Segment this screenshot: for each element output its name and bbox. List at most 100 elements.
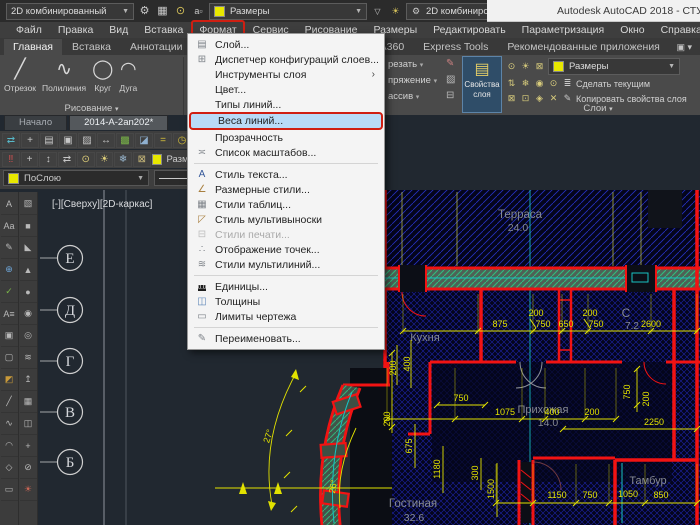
- panel-overflow-icon[interactable]: ▣ ▾: [672, 40, 696, 55]
- torus-icon[interactable]: ◎: [20, 325, 37, 347]
- format-menu-item-13[interactable]: ∴Отображение точек...: [188, 242, 384, 257]
- format-menu-item-0[interactable]: ▤Слой...: [188, 37, 384, 52]
- menu-item-10[interactable]: Окно: [612, 23, 652, 37]
- draw-tool-0[interactable]: ╱Отрезок: [4, 57, 36, 93]
- sun-icon[interactable]: ☀: [520, 61, 531, 72]
- menu-item-3[interactable]: Вставка: [136, 23, 191, 37]
- format-menu-item-6[interactable]: Прозрачность: [188, 130, 384, 145]
- layout-icon[interactable]: ▤: [40, 133, 58, 148]
- format-menu-item-11[interactable]: ◸Стиль мультивыноски: [188, 212, 384, 227]
- qat-layer-combo[interactable]: Размеры ▼: [209, 3, 367, 20]
- palette-icon[interactable]: ◩: [1, 369, 18, 391]
- sun-icon[interactable]: ☀: [96, 152, 114, 167]
- polyline-icon[interactable]: ∿: [1, 413, 18, 435]
- format-menu-item-15[interactable]: 0.0Единицы...: [188, 279, 384, 294]
- layer-new-icon[interactable]: +: [21, 152, 39, 167]
- sun-icon[interactable]: ☀: [388, 4, 403, 19]
- format-menu-item-16[interactable]: ◫Толщины: [188, 294, 384, 309]
- draw-panel-label[interactable]: Рисование ▾: [4, 103, 179, 114]
- layers-panel-label[interactable]: Слои ▾: [500, 103, 696, 114]
- menu-item-0[interactable]: Файл: [8, 23, 50, 37]
- bulb-icon[interactable]: ⊙: [77, 152, 95, 167]
- annotation-icon[interactable]: a▫: [191, 4, 206, 19]
- lock-icon[interactable]: ⊠: [133, 152, 151, 167]
- rectangle-icon[interactable]: ▭: [1, 479, 18, 501]
- format-menu-item-2[interactable]: Инструменты слоя›: [188, 67, 384, 82]
- text-style-icon[interactable]: Aa: [1, 215, 18, 237]
- filter-icon[interactable]: ▽: [370, 4, 385, 19]
- arc-icon[interactable]: ◠: [1, 435, 18, 457]
- move-icon[interactable]: +: [21, 133, 39, 148]
- helix-icon[interactable]: ≋: [20, 347, 37, 369]
- layer-properties-button[interactable]: ▤ Свойства слоя: [462, 56, 502, 113]
- format-menu-item-17[interactable]: ▭Лимиты чертежа: [188, 309, 384, 324]
- sphere-icon[interactable]: ●: [20, 281, 37, 303]
- bulb-icon[interactable]: ⊙: [173, 4, 188, 19]
- image-frame-icon[interactable]: ▢: [1, 347, 18, 369]
- image-attach-icon[interactable]: ◪: [135, 133, 153, 148]
- menu-item-2[interactable]: Вид: [101, 23, 136, 37]
- viewport-icon[interactable]: ▣: [59, 133, 77, 148]
- draw-tool-2[interactable]: ◯Круг: [92, 57, 113, 93]
- format-menu-item-14[interactable]: ≋Стили мультилиний...: [188, 257, 384, 272]
- hatch-icon[interactable]: ▨: [446, 74, 455, 85]
- lock-icon[interactable]: ⊠: [534, 61, 545, 72]
- cylinder-icon[interactable]: ◉: [20, 303, 37, 325]
- format-menu-item-5[interactable]: Веса линий...: [189, 112, 383, 130]
- format-menu-item-4[interactable]: Типы линий...: [188, 97, 384, 112]
- menu-item-8[interactable]: Редактировать: [425, 23, 514, 37]
- format-menu-item-8[interactable]: AСтиль текста...: [188, 167, 384, 182]
- plot-icon[interactable]: ⊟: [446, 90, 454, 101]
- ribbon-tab-6[interactable]: Express Tools: [414, 39, 497, 55]
- modify-trim-button[interactable]: резать ▾: [388, 59, 423, 70]
- polygon-icon[interactable]: ◇: [1, 457, 18, 479]
- doc-tab-start[interactable]: Начало: [4, 115, 67, 130]
- pan-icon[interactable]: ↔: [97, 133, 115, 148]
- camera-icon[interactable]: ◫: [20, 413, 37, 435]
- spell-check-icon[interactable]: ✓: [1, 281, 18, 303]
- make-current-row[interactable]: ⇅ ❄ ◉ ⊙ ≣ Сделать текущим: [506, 78, 650, 89]
- bulb-icon[interactable]: ⊙: [506, 61, 517, 72]
- linetype-icon[interactable]: =: [154, 133, 172, 148]
- ribbon-layer-combo[interactable]: Размеры ▼: [548, 58, 680, 75]
- layer-translate-icon[interactable]: ⇄: [58, 152, 76, 167]
- format-menu-item-10[interactable]: ▦Стили таблиц...: [188, 197, 384, 212]
- modify-array-button[interactable]: ассив ▾: [388, 91, 419, 102]
- find-icon[interactable]: ⊕: [1, 259, 18, 281]
- menu-item-1[interactable]: Правка: [50, 23, 101, 37]
- format-menu-item-18[interactable]: ✎Переименовать...: [188, 331, 384, 346]
- doc-tab-drawing[interactable]: 2014-A-2an202*: [69, 115, 168, 130]
- ucs-icon[interactable]: +: [20, 435, 37, 457]
- box-icon[interactable]: ▧: [20, 193, 37, 215]
- draw-tool-1[interactable]: ∿Полилиния: [42, 57, 86, 93]
- format-menu-item-3[interactable]: Цвет...: [188, 82, 384, 97]
- ribbon-tab-1[interactable]: Вставка: [63, 39, 120, 55]
- measure-icon[interactable]: ✎: [446, 58, 454, 69]
- match-properties-icon[interactable]: ⇄: [2, 133, 20, 148]
- mtext-icon[interactable]: A: [1, 193, 18, 215]
- solid-box-icon[interactable]: ■: [20, 215, 37, 237]
- draw-tool-3[interactable]: ◠Дуга: [119, 57, 137, 93]
- format-menu-item-7[interactable]: ≍Список масштабов...: [188, 145, 384, 160]
- workspace-combo[interactable]: 2D комбинированный ▼: [6, 3, 134, 20]
- edit-text-icon[interactable]: ✎: [1, 237, 18, 259]
- ribbon-tab-7[interactable]: Рекомендованные приложения: [498, 39, 669, 55]
- modify-fillet-button[interactable]: пряжение ▾: [388, 75, 437, 86]
- line-icon[interactable]: ╱: [1, 391, 18, 413]
- format-menu-item-12[interactable]: ⊟Стили печати...: [188, 227, 384, 242]
- render-region-icon[interactable]: ▩: [116, 133, 134, 148]
- wedge-icon[interactable]: ◣: [20, 237, 37, 259]
- format-menu-item-1[interactable]: ⊞Диспетчер конфигураций слоев...: [188, 52, 384, 67]
- format-menu-item-9[interactable]: ∠Размерные стили...: [188, 182, 384, 197]
- menu-item-11[interactable]: Справка: [653, 23, 700, 37]
- sheet-set-icon[interactable]: ▦: [155, 4, 170, 19]
- color-combo[interactable]: ПоСлою ▼: [3, 170, 149, 186]
- light-icon[interactable]: ☀: [20, 479, 37, 501]
- layer-states-icon[interactable]: ‼: [2, 152, 20, 167]
- freeze-icon[interactable]: ❄: [114, 152, 132, 167]
- viewport-label[interactable]: [-][Сверху][2D-каркас]: [52, 199, 153, 210]
- extrude-icon[interactable]: ↥: [20, 369, 37, 391]
- ribbon-tab-0[interactable]: Главная: [4, 39, 62, 55]
- tool-palettes-icon[interactable]: ▨: [78, 133, 96, 148]
- presspull-icon[interactable]: ▦: [20, 391, 37, 413]
